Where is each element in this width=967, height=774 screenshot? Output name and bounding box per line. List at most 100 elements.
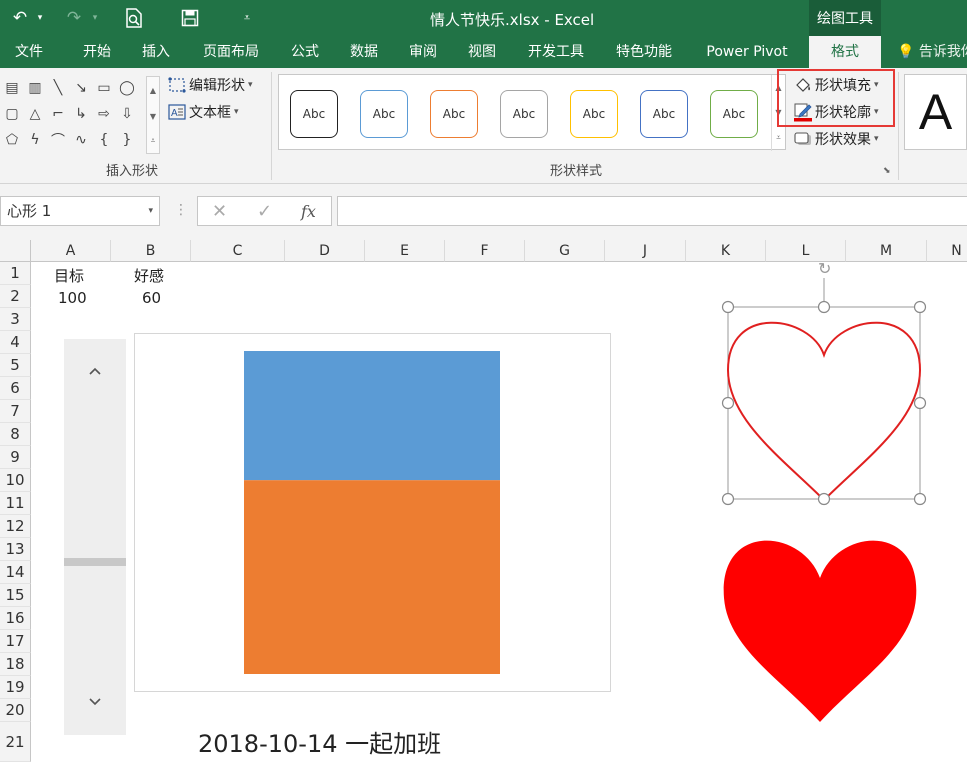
filled-red-heart[interactable] xyxy=(718,528,922,724)
column-header-g[interactable]: G xyxy=(525,240,605,262)
tab-power-pivot[interactable]: Power Pivot xyxy=(692,36,802,68)
row-header-8[interactable]: 8 xyxy=(0,423,31,446)
row-header-6[interactable]: 6 xyxy=(0,377,31,400)
tab-review[interactable]: 审阅 xyxy=(398,36,448,68)
down-arrow-shape-icon[interactable]: ⇩ xyxy=(117,104,137,124)
insert-function-icon[interactable]: fx xyxy=(301,202,316,221)
save-icon[interactable] xyxy=(178,6,202,30)
row-header-15[interactable]: 15 xyxy=(0,584,31,607)
text-box-button[interactable]: A 文本框 ▾ xyxy=(167,101,239,123)
column-header-c[interactable]: C xyxy=(191,240,285,262)
column-header-k[interactable]: K xyxy=(686,240,766,262)
style-preset-7[interactable]: Abc xyxy=(710,90,758,138)
line-shape-icon[interactable]: ╲ xyxy=(48,78,68,98)
chevron-down-icon[interactable] xyxy=(64,687,126,717)
row-header-16[interactable]: 16 xyxy=(0,607,31,630)
tab-view[interactable]: 视图 xyxy=(457,36,507,68)
right-arrow-shape-icon[interactable]: ⇨ xyxy=(94,104,114,124)
redo-icon[interactable]: ↷ xyxy=(62,6,86,30)
tab-page-layout[interactable]: 页面布局 xyxy=(190,36,272,68)
scroll-up-icon[interactable]: ▲ xyxy=(147,77,159,103)
elbow-arrow-shape-icon[interactable]: ↳ xyxy=(71,104,91,124)
wordart-style-preview[interactable]: A xyxy=(904,74,967,150)
row-header-20[interactable]: 20 xyxy=(0,699,31,722)
row-header-5[interactable]: 5 xyxy=(0,354,31,377)
formula-input[interactable] xyxy=(337,196,967,226)
resize-handle[interactable] xyxy=(913,492,927,506)
style-preset-1[interactable]: Abc xyxy=(290,90,338,138)
cell-B1[interactable]: 好感 xyxy=(134,265,164,286)
shapes-gallery[interactable]: ▤ ▥ ╲ ↘ ▭ ◯ ▢ △ ⌐ ↳ ⇨ ⇩ ⬠ ϟ ⌒ ∿ { } xyxy=(0,76,142,154)
resize-handle[interactable] xyxy=(721,300,735,314)
scrollbar-form-control[interactable] xyxy=(64,339,126,735)
enter-icon[interactable]: ✓ xyxy=(257,201,272,222)
tab-format[interactable]: 格式 xyxy=(809,36,881,68)
row-header-3[interactable]: 3 xyxy=(0,308,31,331)
row-header-4[interactable]: 4 xyxy=(0,331,31,354)
dialog-launcher-icon[interactable]: ⬊ xyxy=(883,166,891,176)
arrow-line-shape-icon[interactable]: ↘ xyxy=(71,78,91,98)
row-header-13[interactable]: 13 xyxy=(0,538,31,561)
chevron-up-icon[interactable] xyxy=(64,356,126,386)
rotate-handle-icon[interactable]: ↻ xyxy=(818,260,831,278)
row-header-9[interactable]: 9 xyxy=(0,446,31,469)
column-header-m[interactable]: M xyxy=(846,240,927,262)
row-header-19[interactable]: 19 xyxy=(0,676,31,699)
resize-handle-icon[interactable]: ⋮ xyxy=(174,202,188,218)
rectangle-shape-icon[interactable]: ▭ xyxy=(94,78,114,98)
tab-developer[interactable]: 开发工具 xyxy=(516,36,596,68)
style-preset-4[interactable]: Abc xyxy=(500,90,548,138)
more-icon[interactable]: ⩡ xyxy=(772,125,785,150)
style-preset-6[interactable]: Abc xyxy=(640,90,688,138)
column-header-l[interactable]: L xyxy=(766,240,846,262)
cell-A1[interactable]: 目标 xyxy=(54,265,84,286)
arc-shape-icon[interactable]: ⌒ xyxy=(48,130,68,150)
column-header-f[interactable]: F xyxy=(445,240,525,262)
shape-effects-button[interactable]: 形状效果 ▾ xyxy=(793,128,879,150)
curve-shape-icon[interactable]: ∿ xyxy=(71,130,91,150)
text-box-shape-icon[interactable]: ▤ xyxy=(2,78,22,98)
elbow-connector-shape-icon[interactable]: ⌐ xyxy=(48,104,68,124)
tab-formulas[interactable]: 公式 xyxy=(280,36,330,68)
scrollbar-thumb[interactable] xyxy=(64,558,126,566)
flowchart-shape-icon[interactable]: ⬠ xyxy=(2,130,22,150)
undo-icon[interactable]: ↶ xyxy=(8,6,32,30)
shapes-gallery-scroll[interactable]: ▲ ▼ ⩡ xyxy=(146,76,160,154)
row-header-7[interactable]: 7 xyxy=(0,400,31,423)
row-header-14[interactable]: 14 xyxy=(0,561,31,584)
row-header-10[interactable]: 10 xyxy=(0,469,31,492)
selected-outlined-heart[interactable]: ↻ xyxy=(714,260,934,532)
row-header-17[interactable]: 17 xyxy=(0,630,31,653)
column-header-b[interactable]: B xyxy=(111,240,191,262)
name-box[interactable]: 心形 1 ▾ xyxy=(0,196,160,226)
chart-bar-segment-2[interactable] xyxy=(244,480,500,674)
row-header-1[interactable]: 1 xyxy=(0,262,31,285)
shape-styles-gallery[interactable]: Abc Abc Abc Abc Abc Abc Abc ▲ ▼ ⩡ xyxy=(278,74,786,151)
triangle-shape-icon[interactable]: △ xyxy=(25,104,45,124)
style-preset-5[interactable]: Abc xyxy=(570,90,618,138)
date-text-box[interactable]: 2018-10-14 一起加班 xyxy=(198,724,441,759)
left-brace-shape-icon[interactable]: { xyxy=(94,130,114,150)
tell-me-box[interactable]: 💡 告诉我你 xyxy=(897,36,967,68)
cancel-icon[interactable]: ✕ xyxy=(212,201,227,222)
style-preset-2[interactable]: Abc xyxy=(360,90,408,138)
tab-data[interactable]: 数据 xyxy=(339,36,389,68)
chart-bar-segment-1[interactable] xyxy=(244,351,500,481)
cell-A2[interactable]: 100 xyxy=(58,289,87,307)
resize-handle[interactable] xyxy=(913,300,927,314)
row-header-18[interactable]: 18 xyxy=(0,653,31,676)
scroll-down-icon[interactable]: ▼ xyxy=(147,103,159,129)
style-preset-3[interactable]: Abc xyxy=(430,90,478,138)
tab-insert[interactable]: 插入 xyxy=(131,36,181,68)
row-header-2[interactable]: 2 xyxy=(0,285,31,308)
column-header-j[interactable]: J xyxy=(605,240,686,262)
column-header-d[interactable]: D xyxy=(285,240,365,262)
chevron-down-icon[interactable]: ▾ xyxy=(148,197,153,225)
resize-handle[interactable] xyxy=(817,300,831,314)
resize-handle[interactable] xyxy=(817,492,831,506)
undo-dropdown-icon[interactable]: ▾ xyxy=(33,6,47,30)
worksheet-grid[interactable]: ABCDEFGJKLMN 1 2 3 4 5 6 7 8 9 10 11 12 13 14 15 16 17 18… xyxy=(0,240,967,774)
lightning-shape-icon[interactable]: ϟ xyxy=(25,130,45,150)
customize-toolbar-icon[interactable]: ⩡ xyxy=(238,6,256,30)
resize-handle[interactable] xyxy=(721,492,735,506)
